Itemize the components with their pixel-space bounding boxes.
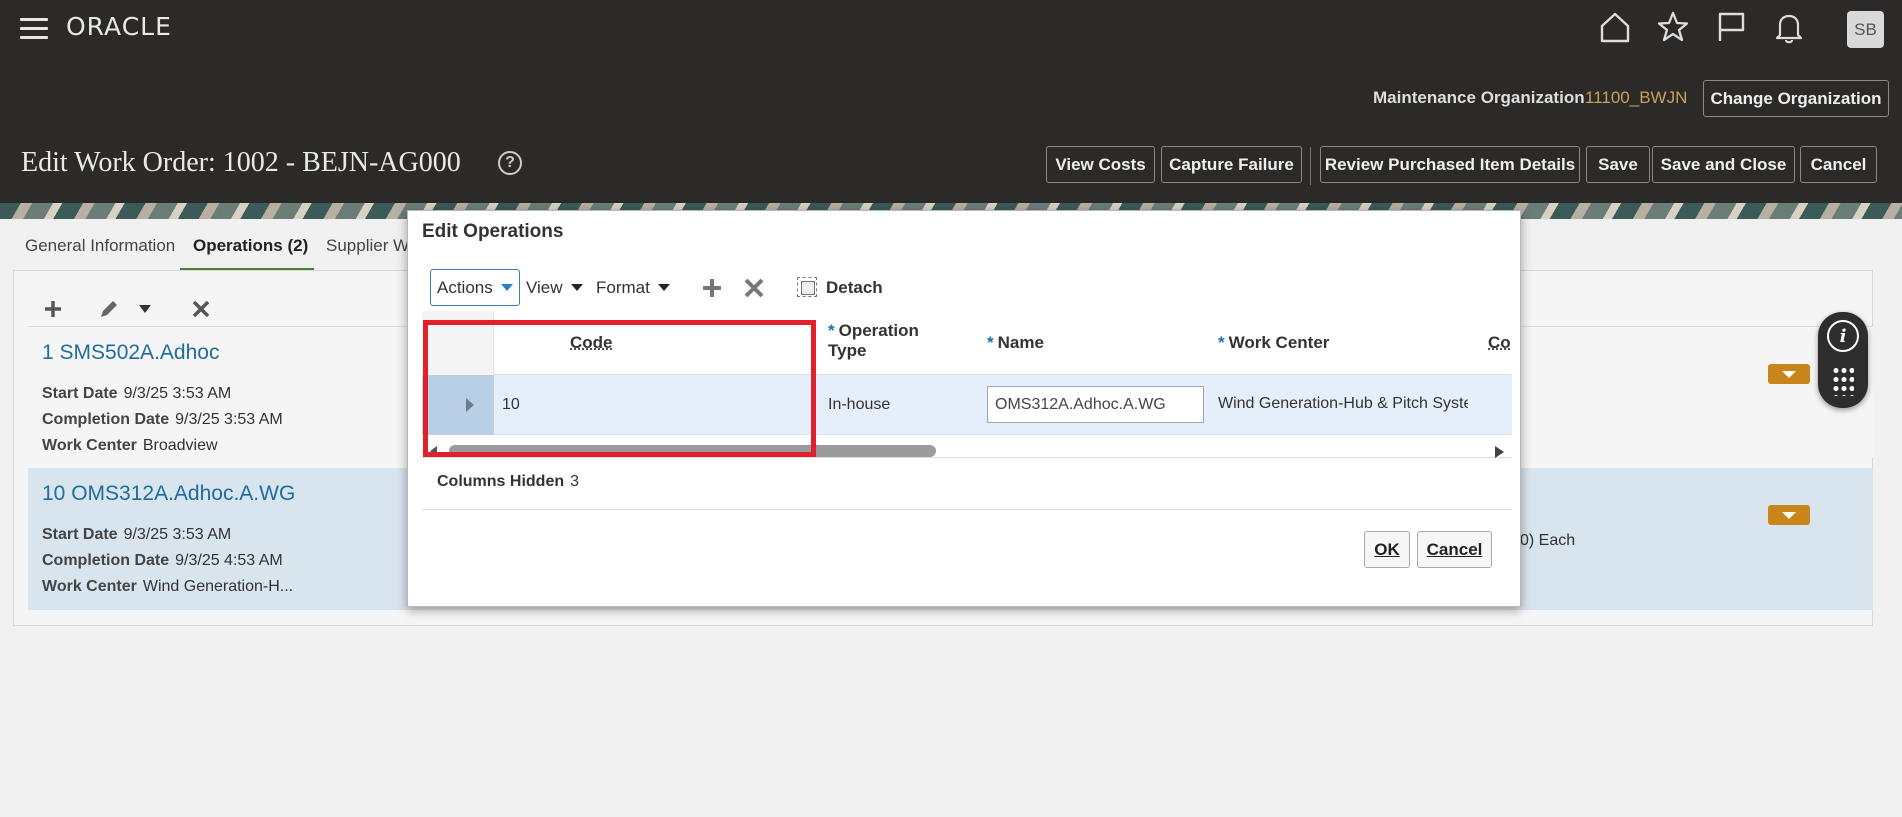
- hamburger-icon[interactable]: [20, 18, 48, 40]
- flag-icon[interactable]: [1714, 10, 1748, 44]
- save-and-close-button[interactable]: Save and Close: [1652, 146, 1795, 183]
- edit-operations-dialog: Edit Operations Actions View Format Deta…: [407, 210, 1521, 607]
- tab-supplier[interactable]: Supplier W: [326, 236, 409, 256]
- quantity-uom-text: 0) Each: [1520, 532, 1576, 549]
- chevron-down-icon: [570, 284, 583, 291]
- name-input[interactable]: OMS312A.Adhoc.A.WG: [987, 386, 1204, 423]
- dialog-cancel-button[interactable]: Cancel: [1417, 531, 1492, 568]
- toolbar-separator: [1310, 147, 1311, 185]
- operation-title-link[interactable]: 1 SMS502A.Adhoc: [42, 341, 219, 365]
- cell-operation-type: In-house: [828, 396, 891, 413]
- required-marker: *: [828, 321, 835, 340]
- add-row-icon[interactable]: [700, 276, 724, 300]
- detach-icon[interactable]: [797, 277, 817, 297]
- edit-pencil-icon[interactable]: [96, 296, 122, 322]
- completion-date-row: Completion Date 9/3/25 3:53 AM: [42, 411, 283, 428]
- tab-general-information[interactable]: General Information: [25, 236, 175, 256]
- maintenance-org-value: 11100_BWJN: [1585, 88, 1688, 107]
- home-icon[interactable]: [1598, 10, 1632, 44]
- delete-row-icon[interactable]: [742, 276, 766, 300]
- column-header-operation-type[interactable]: * Operation Type: [828, 321, 938, 361]
- table-header: Code * Operation Type * Name * Work Center …: [422, 311, 1512, 375]
- capture-failure-button[interactable]: Capture Failure: [1161, 146, 1302, 183]
- work-center-row: Work Center Wind Generation-H...: [42, 578, 294, 595]
- required-marker: *: [1218, 333, 1225, 352]
- global-header: ORACLE SB Maintenance Organization 11100…: [0, 0, 1902, 203]
- columns-hidden-info: Columns Hidden 3: [437, 473, 580, 490]
- completion-date-row: Completion Date 9/3/25 4:53 AM: [42, 552, 283, 569]
- start-date-row: Start Date 9/3/25 3:53 AM: [42, 526, 232, 543]
- actions-label: Actions: [437, 277, 493, 297]
- chevron-down-icon: [500, 284, 513, 291]
- dialog-title: Edit Operations: [422, 221, 564, 242]
- view-menu-button[interactable]: View: [526, 269, 583, 306]
- chevron-down-icon: [657, 284, 670, 291]
- add-icon[interactable]: [40, 296, 66, 322]
- delete-icon[interactable]: [188, 296, 214, 322]
- bell-icon[interactable]: [1772, 10, 1806, 44]
- scroll-right-arrow-icon[interactable]: [1495, 446, 1504, 458]
- scroll-left-arrow-icon[interactable]: [430, 446, 437, 456]
- column-header-name[interactable]: * Name: [987, 333, 1044, 353]
- operation-title-link[interactable]: 10 OMS312A.Adhoc.A.WG: [42, 482, 295, 506]
- help-icon[interactable]: ?: [498, 151, 522, 175]
- format-label: Format: [596, 277, 650, 297]
- horizontal-scrollbar[interactable]: [422, 444, 1512, 458]
- column-header-truncated[interactable]: Co: [1488, 333, 1511, 353]
- save-button[interactable]: Save: [1586, 146, 1650, 183]
- page-title: Edit Work Order: 1002 - BEJN-AG000: [21, 147, 461, 178]
- info-icon[interactable]: i: [1827, 320, 1859, 352]
- star-icon[interactable]: [1656, 10, 1690, 44]
- cancel-button[interactable]: Cancel: [1800, 146, 1877, 183]
- detach-button[interactable]: Detach: [826, 269, 883, 306]
- operations-table: Code * Operation Type * Name * Work Center …: [422, 311, 1512, 461]
- tab-operations[interactable]: Operations (2): [193, 236, 308, 256]
- divider: [422, 509, 1512, 510]
- ok-button[interactable]: OK: [1364, 531, 1410, 568]
- required-marker: *: [987, 333, 994, 352]
- oracle-logo: ORACLE: [66, 12, 172, 41]
- review-purchased-items-button[interactable]: Review Purchased Item Details: [1320, 146, 1580, 183]
- view-costs-button[interactable]: View Costs: [1046, 146, 1155, 183]
- start-date-row: Start Date 9/3/25 3:53 AM: [42, 385, 232, 402]
- change-organization-button[interactable]: Change Organization: [1703, 80, 1889, 117]
- view-label: View: [526, 277, 563, 297]
- maintenance-org-label: Maintenance Organization: [1373, 88, 1585, 107]
- cell-work-center: Wind Generation-Hub & Pitch Syste: [1218, 395, 1468, 412]
- scrollbar-thumb[interactable]: [449, 445, 936, 457]
- work-center-row: Work Center Broadview: [42, 437, 218, 454]
- column-header-code[interactable]: Code: [570, 333, 613, 353]
- apps-grid-icon[interactable]: [1832, 366, 1854, 396]
- column-header-work-center[interactable]: * Work Center: [1218, 333, 1329, 353]
- row-expand-icon[interactable]: [422, 375, 494, 435]
- chevron-down-icon[interactable]: [132, 296, 158, 322]
- actions-menu-button[interactable]: Actions: [430, 269, 520, 306]
- floating-assistant-widget: i: [1818, 312, 1868, 408]
- row-selector-header: [422, 311, 494, 375]
- format-menu-button[interactable]: Format: [596, 269, 670, 306]
- user-avatar[interactable]: SB: [1847, 11, 1884, 48]
- cell-code: 10: [502, 396, 520, 413]
- row-actions-menu-icon[interactable]: [1768, 505, 1810, 525]
- row-actions-menu-icon[interactable]: [1768, 364, 1810, 384]
- table-row[interactable]: 10 In-house OMS312A.Adhoc.A.WG Wind Gene…: [422, 375, 1512, 435]
